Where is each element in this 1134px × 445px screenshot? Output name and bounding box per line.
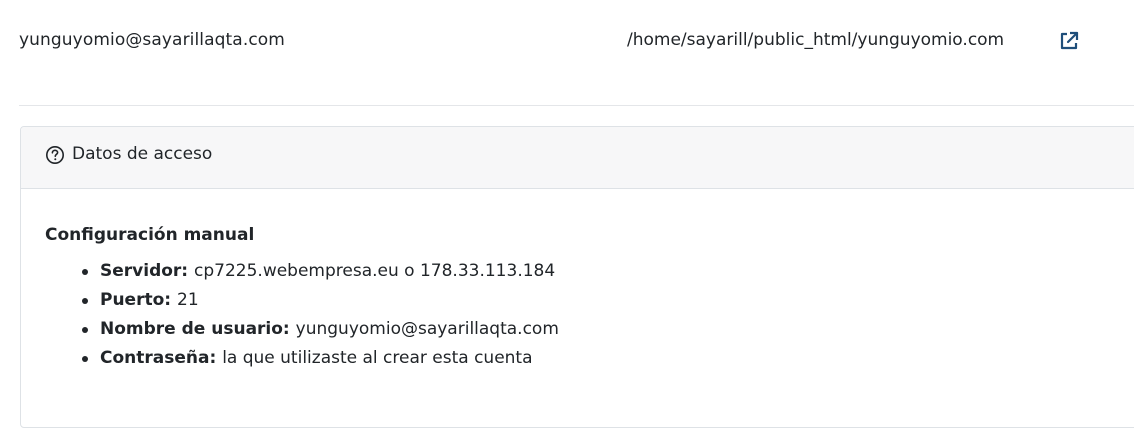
account-directory-path: /home/sayarill/public_html/yunguyomio.co… xyxy=(627,30,1005,50)
access-data-panel: Datos de acceso Configuración manual Ser… xyxy=(20,126,1134,428)
password-label: Contraseña: xyxy=(100,348,223,368)
page: yunguyomio@sayarillaqta.com /home/sayari… xyxy=(0,0,1134,445)
external-link-icon[interactable] xyxy=(1058,30,1080,52)
password-value: la que utilizaste al crear esta cuenta xyxy=(222,348,533,368)
account-username: yunguyomio@sayarillaqta.com xyxy=(19,30,285,50)
bullet xyxy=(82,269,88,275)
ftp-account-row: yunguyomio@sayarillaqta.com /home/sayari… xyxy=(0,0,1134,84)
server-value: cp7225.webempresa.eu o 178.33.113.184 xyxy=(194,261,556,281)
list-item-username: Nombre de usuario: yunguyomio@sayarillaq… xyxy=(45,315,559,344)
manual-config-title: Configuración manual xyxy=(45,225,255,245)
bullet xyxy=(82,356,88,362)
access-data-header[interactable]: Datos de acceso xyxy=(21,127,1134,189)
access-data-title: Datos de acceso xyxy=(72,144,213,164)
list-item-server: Servidor: cp7225.webempresa.eu o 178.33.… xyxy=(45,257,559,286)
access-info-list: Servidor: cp7225.webempresa.eu o 178.33.… xyxy=(45,257,559,373)
list-item-port: Puerto: 21 xyxy=(45,286,559,315)
bullet xyxy=(82,298,88,304)
bullet xyxy=(82,327,88,333)
username-value: yunguyomio@sayarillaqta.com xyxy=(295,319,559,339)
question-circle-icon xyxy=(45,145,65,165)
divider xyxy=(19,105,1134,106)
port-label: Puerto: xyxy=(100,290,177,310)
username-label: Nombre de usuario: xyxy=(100,319,296,339)
port-value: 21 xyxy=(177,290,199,310)
server-label: Servidor: xyxy=(100,261,195,281)
list-item-password: Contraseña: la que utilizaste al crear e… xyxy=(45,344,559,373)
